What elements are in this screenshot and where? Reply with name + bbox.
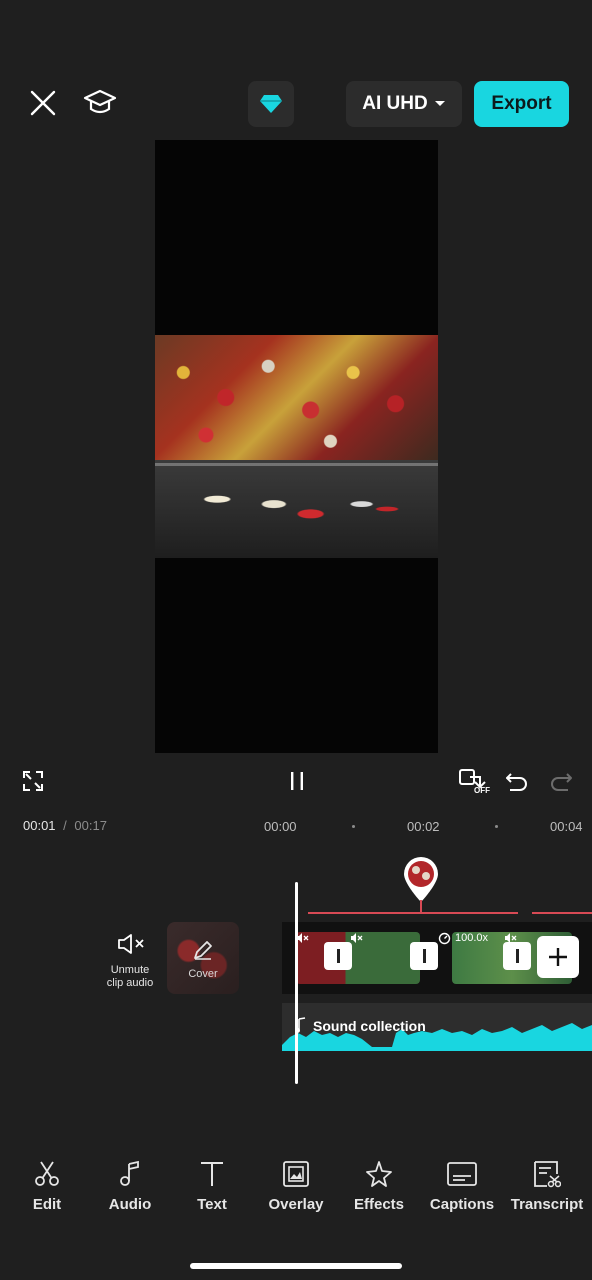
home-indicator[interactable]	[190, 1263, 402, 1269]
redo-icon	[551, 773, 572, 791]
ruler-dot	[495, 825, 498, 828]
keyframe-state-label: OFF	[474, 786, 490, 795]
ruler-label-2: 00:02	[407, 819, 440, 834]
toolbar-edit[interactable]: Edit	[7, 1160, 87, 1213]
pencil-icon	[194, 941, 212, 960]
ruler-label-4: 00:04	[550, 819, 583, 834]
undo-icon	[506, 773, 527, 791]
location-pin-icon	[404, 857, 438, 902]
clip-muted-icon	[297, 933, 309, 943]
sound-collection-label: Sound collection	[313, 1018, 426, 1034]
keyframe-button[interactable]: OFF	[456, 766, 494, 798]
toolbar-overlay-label: Overlay	[268, 1196, 324, 1213]
speed-gauge-icon	[438, 932, 451, 945]
ruler-dot	[352, 825, 355, 828]
toolbar-effects[interactable]: Effects	[339, 1160, 419, 1213]
toolbar-text-label: Text	[197, 1196, 227, 1213]
transcript-icon	[534, 1161, 561, 1188]
tutorial-button[interactable]	[80, 84, 120, 122]
speaker-muted-icon	[118, 934, 144, 954]
resolution-selector[interactable]: AI UHD	[346, 81, 462, 127]
current-time: 00:01	[23, 818, 56, 833]
music-note-icon	[120, 1160, 139, 1186]
playhead[interactable]	[295, 882, 298, 1084]
trim-handle[interactable]	[410, 942, 438, 970]
toolbar-captions-label: Captions	[429, 1196, 495, 1213]
marker-red-line	[308, 912, 518, 914]
effects-star-icon	[366, 1161, 392, 1187]
video-frame	[155, 335, 438, 558]
pause-icon	[291, 772, 303, 790]
marker-red-line	[420, 900, 422, 912]
unmute-clip-audio-button[interactable]	[114, 930, 148, 958]
crowd-image	[155, 335, 438, 460]
toolbar-transcript[interactable]: Transcript	[507, 1160, 587, 1213]
ruler-label-0: 00:00	[264, 819, 297, 834]
plus-icon	[549, 948, 567, 966]
diamond-icon	[260, 95, 282, 113]
export-button[interactable]: Export	[474, 81, 569, 127]
toolbar-text[interactable]: Text	[172, 1160, 252, 1213]
graduation-cap-icon	[83, 89, 117, 114]
toolbar-audio[interactable]: Audio	[90, 1160, 170, 1213]
toolbar-audio-label: Audio	[108, 1196, 152, 1213]
total-time: 00:17	[74, 818, 107, 833]
captions-icon	[447, 1162, 477, 1186]
text-icon	[201, 1162, 223, 1186]
close-button[interactable]	[24, 84, 62, 122]
unmute-label: Unmute clip audio	[96, 964, 164, 990]
chevron-down-icon	[434, 101, 445, 106]
cover-label: Cover	[188, 968, 218, 980]
overlay-icon	[283, 1161, 309, 1187]
pro-button[interactable]	[248, 81, 294, 127]
scissors-icon	[35, 1161, 59, 1186]
clip-speed-label: 100.0x	[455, 932, 489, 944]
trim-handle[interactable]	[503, 942, 531, 970]
clip-muted-icon	[351, 933, 363, 943]
undo-button[interactable]	[504, 768, 530, 794]
time-separator: /	[63, 818, 67, 833]
close-icon	[30, 90, 56, 116]
add-clip-button[interactable]	[537, 936, 579, 978]
redo-button[interactable]	[548, 768, 574, 794]
toolbar-edit-label: Edit	[32, 1196, 62, 1213]
unmute-label-line2: clip audio	[106, 977, 154, 989]
resolution-label: AI UHD	[362, 93, 428, 114]
toolbar-overlay[interactable]: Overlay	[256, 1160, 336, 1213]
toolbar-effects-label: Effects	[353, 1196, 405, 1213]
fullscreen-button[interactable]	[20, 768, 46, 794]
trim-handle[interactable]	[324, 942, 352, 970]
toolbar-transcript-label: Transcript	[510, 1196, 584, 1213]
cover-button[interactable]: Cover	[167, 922, 239, 994]
unmute-label-line1: Unmute	[110, 964, 150, 976]
marker-red-line	[532, 912, 592, 914]
time-display: 00:01 / 00:17	[23, 818, 107, 833]
rail-line	[155, 463, 438, 466]
fullscreen-icon	[23, 771, 43, 791]
marker-pin[interactable]	[402, 856, 440, 904]
toolbar-captions[interactable]: Captions	[422, 1160, 502, 1213]
pause-button[interactable]	[284, 768, 310, 794]
field-image	[155, 460, 438, 558]
